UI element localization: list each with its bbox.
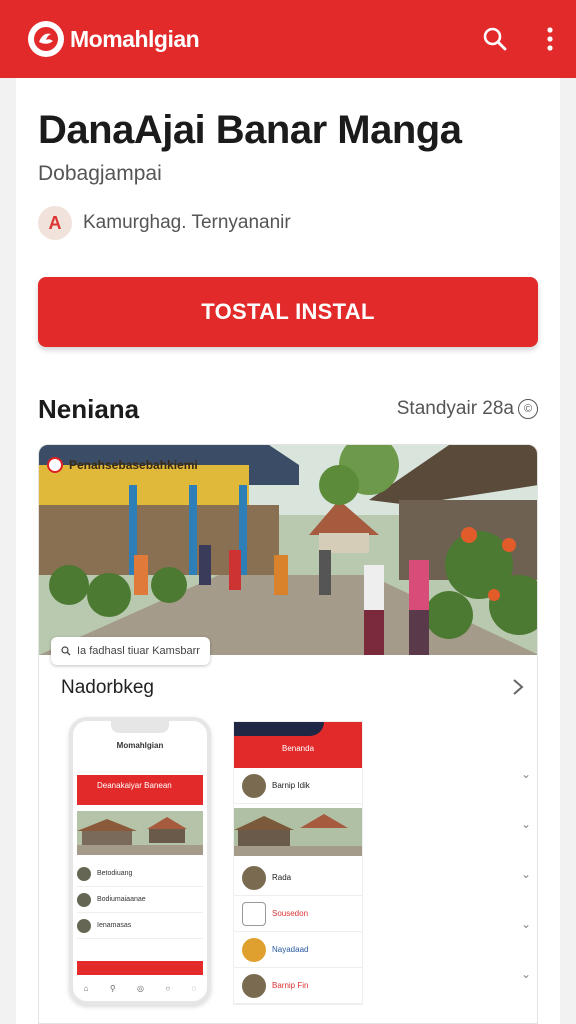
list-item-thumb xyxy=(242,937,266,962)
phone-list-item: Ienamasas xyxy=(77,913,203,939)
phone-item-label: Betodiuang xyxy=(97,870,133,877)
list-screen-photo xyxy=(234,808,362,856)
phone-screenshot[interactable]: Momahlgian Deanakaiyar Banean Betodiuang… xyxy=(69,717,211,1005)
search-icon[interactable] xyxy=(482,26,508,52)
phone-red-bar xyxy=(77,961,203,975)
app-details-card: DanaAjai Banar Manga Dobagjampai A Kamur… xyxy=(16,78,560,1024)
phone-item-thumb xyxy=(77,866,91,881)
gallery-row-label[interactable]: Nadorbkeg xyxy=(61,677,154,699)
brand-name: Momahlgian xyxy=(70,25,200,52)
village-photo[interactable]: Penahsebasebahkiemi xyxy=(39,445,537,655)
chevron-down-icon[interactable]: ⌄ xyxy=(521,767,531,781)
top-app-bar: Momahlgian xyxy=(0,0,576,78)
list-screen-item: Barnip Idik xyxy=(234,768,362,804)
list-screen-status xyxy=(234,722,324,736)
chevron-down-icon[interactable]: ⌄ xyxy=(521,967,531,981)
screenshot-gallery[interactable]: Penahsebasebahkiemi Ia fadhasl tiuar Kam… xyxy=(38,444,538,1024)
chevron-right-icon[interactable] xyxy=(511,677,525,702)
developer-row[interactable]: A Kamurghag. Ternyananir xyxy=(38,206,291,240)
phone-notch xyxy=(111,721,169,733)
list-item-label: Barnip Fin xyxy=(272,981,309,990)
section-title: Neniana xyxy=(38,394,140,424)
brand-logo-icon[interactable] xyxy=(28,21,64,57)
list-screen-item: Nayadaad xyxy=(234,932,362,968)
phone-list-item: Bodiumaiaanae xyxy=(77,887,203,913)
developer-name: Kamurghag. Ternyananir xyxy=(83,212,291,233)
phone-item-thumb xyxy=(77,892,91,907)
phone-list: Betodiuang Bodiumaiaanae Ienamasas xyxy=(77,861,203,939)
phone-photo xyxy=(77,811,203,855)
chat-icon: ○ xyxy=(165,983,171,993)
chevron-down-icon[interactable]: ⌄ xyxy=(521,867,531,881)
phone-list-item: Betodiuang xyxy=(77,861,203,887)
list-item-thumb xyxy=(242,865,266,890)
list-item-thumb xyxy=(242,973,266,998)
section-meta-text: Standyair 28a xyxy=(396,398,514,419)
search-icon: ⚲ xyxy=(109,983,116,993)
developer-avatar: A xyxy=(38,206,72,240)
install-button[interactable]: TOSTAL INSTAL xyxy=(38,277,538,347)
home-icon: ⌂ xyxy=(83,983,89,993)
list-item-label: Rada xyxy=(272,873,292,882)
list-screen-item: Barnip Fin xyxy=(234,968,362,1004)
more-vert-icon[interactable] xyxy=(546,26,554,52)
list-item-label: Sousedon xyxy=(272,909,309,918)
list-item-label: Nayadaad xyxy=(272,945,309,954)
phone-item-thumb xyxy=(77,918,91,933)
photo-banner-text: Penahsebasebahkiemi xyxy=(69,458,198,472)
compass-icon: ◎ xyxy=(137,983,144,993)
photo-banner: Penahsebasebahkiemi xyxy=(47,457,198,473)
list-item-thumb xyxy=(242,901,266,926)
copyright-icon: © xyxy=(518,399,538,419)
chevron-down-icon[interactable]: ⌄ xyxy=(521,817,531,831)
photo-caption-text: Ia fadhasl tiuar Kamsbarr xyxy=(77,645,200,657)
phone-bottom-nav: ⌂ ⚲ ◎ ○ ◌ xyxy=(73,979,207,997)
phone-banner: Deanakaiyar Banean xyxy=(77,775,203,805)
section-meta: Standyair 28a © xyxy=(397,398,538,420)
photo-caption-chip[interactable]: Ia fadhasl tiuar Kamsbarr xyxy=(51,637,210,665)
phone-item-label: Bodiumaiaanae xyxy=(97,896,146,903)
app-title: DanaAjai Banar Manga xyxy=(38,108,462,152)
profile-icon: ◌ xyxy=(191,983,197,993)
side-chevrons: ⌄ ⌄ ⌄ ⌄ ⌄ xyxy=(521,767,531,981)
list-item-thumb xyxy=(242,773,266,798)
photo-logo-icon xyxy=(47,457,63,473)
list-screen-item: Rada xyxy=(234,860,362,896)
phone-item-label: Ienamasas xyxy=(97,922,132,929)
list-item-label: Barnip Idik xyxy=(272,781,310,790)
list-screenshot[interactable]: Benanda Barnip Idik Rada Sousedon Nayada… xyxy=(233,721,363,1005)
app-subtitle: Dobagjampai xyxy=(38,162,162,185)
search-icon xyxy=(61,646,71,656)
chevron-down-icon[interactable]: ⌄ xyxy=(521,917,531,931)
phone-app-title: Momahlgian xyxy=(116,741,164,750)
list-screen-item: Sousedon xyxy=(234,896,362,932)
